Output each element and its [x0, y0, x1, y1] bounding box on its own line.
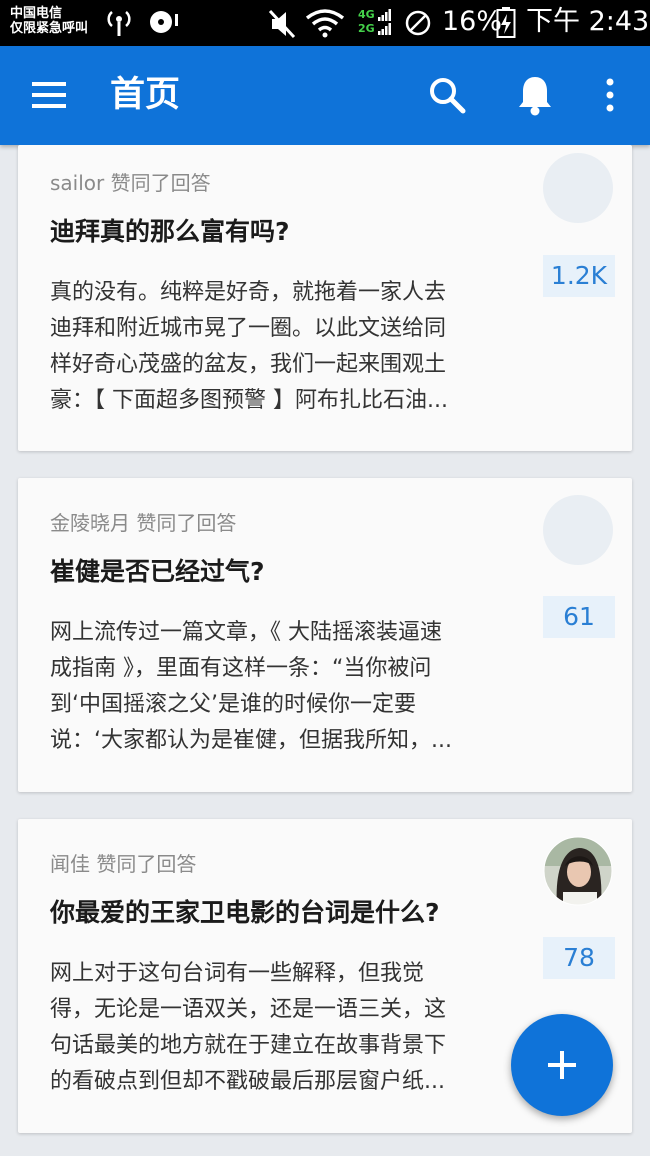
feed-card[interactable]: 金陵晓月 赞同了回答 崔健是否已经过气? 网上流传过一篇文章，《 大陆摇滚装逼速…: [18, 478, 632, 792]
card-actor: 金陵晓月 赞同了回答: [50, 511, 237, 535]
excerpt-line: 成指南 》，里面有这样一条：“当你被问: [50, 656, 432, 681]
battery-percent: 16%: [442, 6, 503, 37]
cellular-signal: 4G 2G: [358, 9, 398, 39]
network-4g-label: 4G: [358, 8, 375, 21]
vote-count-badge: 78: [543, 937, 615, 979]
card-excerpt[interactable]: 网上流传过一篇文章，《 大陆摇滚装逼速 成指南 》，里面有这样一条：“当你被问 …: [50, 615, 510, 759]
app-bar: 首页: [0, 46, 650, 145]
card-excerpt[interactable]: 网上对于这句台词有一些解释，但我觉 得，无论是一语双关，还是一语三关，这 句话最…: [50, 956, 510, 1100]
page-title: 首页: [110, 75, 181, 115]
card-excerpt[interactable]: 真的没有。纯粹是好奇，就拖着一家人去 迪拜和附近城市晃了一圈。以此文送给同 样好…: [50, 275, 510, 419]
carrier-line1: 中国电信: [10, 6, 63, 21]
vote-count-badge: 1.2K: [543, 255, 615, 297]
status-bar: 中国电信 仅限紧急呼叫 4G 2G 16% 下午 2:43: [0, 0, 650, 46]
search-icon[interactable]: [428, 76, 466, 114]
mute-icon: [268, 9, 296, 39]
network-2g-label: 2G: [358, 22, 375, 35]
hotspot-icon: [107, 11, 131, 36]
excerpt-line: 句话最美的地方就在于建立在故事背景下: [50, 1033, 447, 1058]
excerpt-line: 得，无论是一语双关，还是一语三关，这: [50, 997, 447, 1022]
wifi-icon: [305, 9, 345, 38]
excerpt-line: 网上对于这句台词有一些解释，但我觉: [50, 961, 425, 986]
card-actor: sailor 赞同了回答: [50, 171, 211, 195]
excerpt-line: 豪：【 下面超多图预警 】阿布扎比石油...: [50, 388, 448, 413]
card-actor: 闻佳 赞同了回答: [50, 852, 197, 876]
card-question-title[interactable]: 迪拜真的那么富有吗?: [50, 215, 290, 249]
excerpt-line: 说：‘大家都认为是崔健，但据我所知，...: [50, 728, 452, 753]
compose-fab-button[interactable]: [511, 1014, 613, 1116]
signal-bars-icon: [378, 9, 391, 21]
vote-count-badge: 61: [543, 596, 615, 638]
feed-card[interactable]: sailor 赞同了回答 迪拜真的那么富有吗? 真的没有。纯粹是好奇，就拖着一家…: [18, 145, 632, 451]
feed-list[interactable]: sailor 赞同了回答 迪拜真的那么富有吗? 真的没有。纯粹是好奇，就拖着一家…: [0, 145, 650, 1156]
card-question-title[interactable]: 崔健是否已经过气?: [50, 555, 265, 589]
more-vert-icon[interactable]: [598, 77, 622, 113]
excerpt-line: 到‘中国摇滚之父’是谁的时候你一定要: [50, 692, 416, 717]
menu-icon[interactable]: [30, 79, 68, 111]
avatar[interactable]: [543, 153, 613, 223]
excerpt-line: 真的没有。纯粹是好奇，就拖着一家人去: [50, 280, 447, 305]
carrier-text: 中国电信 仅限紧急呼叫: [10, 6, 88, 36]
plus-icon: [548, 1051, 576, 1079]
excerpt-line: 迪拜和附近城市晃了一圈。以此文送给同: [50, 316, 447, 341]
excerpt-line: 样好奇心茂盛的盆友，我们一起来围观土: [50, 352, 447, 377]
excerpt-line: 网上流传过一篇文章，《 大陆摇滚装逼速: [50, 620, 442, 645]
notification-bell-icon[interactable]: [516, 74, 554, 116]
excerpt-line: 的看破点到但却不戳破最后那层窗户纸...: [50, 1069, 445, 1094]
no-sim-icon: [405, 10, 431, 36]
user-avatar-photo[interactable]: [543, 836, 613, 906]
clock: 下午 2:43: [526, 6, 650, 37]
avatar[interactable]: [543, 495, 613, 565]
music-disc-icon: [150, 11, 178, 33]
battery-charging-icon: [496, 7, 516, 38]
signal-bars-2-icon: [378, 23, 391, 35]
carrier-line2: 仅限紧急呼叫: [10, 21, 89, 36]
card-question-title[interactable]: 你最爱的王家卫电影的台词是什么?: [50, 896, 440, 930]
